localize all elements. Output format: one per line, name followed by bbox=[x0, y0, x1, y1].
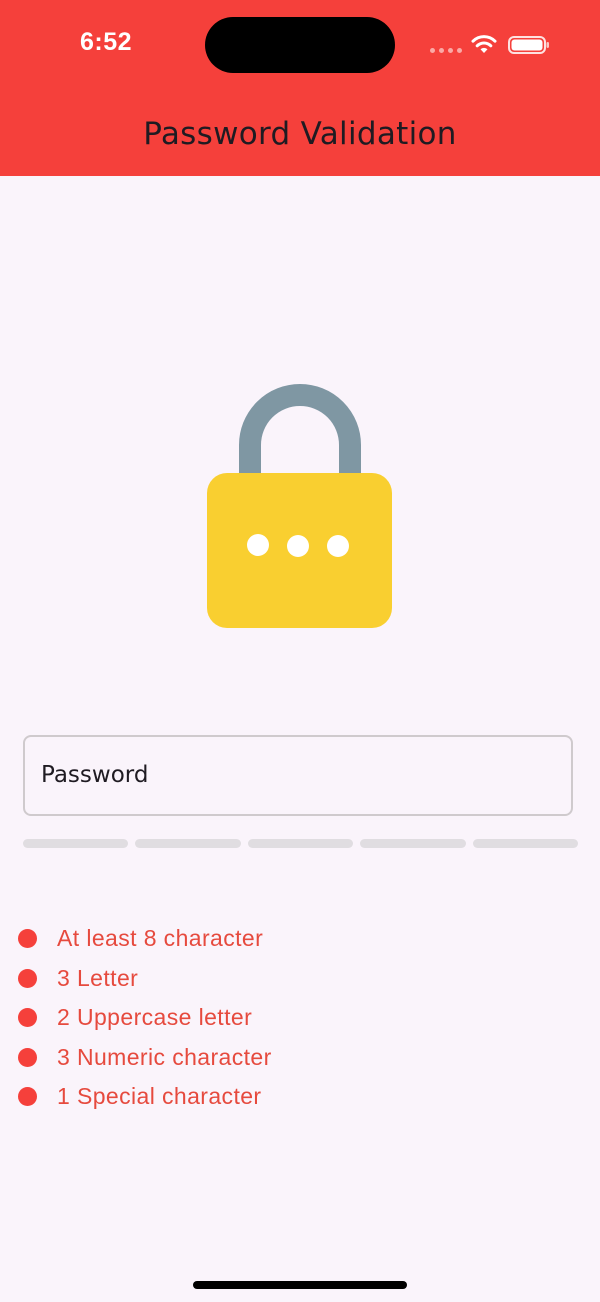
password-strength-meter bbox=[23, 839, 579, 848]
cellular-signal-icon bbox=[430, 48, 462, 53]
strength-segment bbox=[135, 839, 241, 848]
requirement-item: At least 8 character bbox=[18, 919, 272, 959]
password-field[interactable] bbox=[23, 735, 573, 816]
status-dot-icon bbox=[18, 968, 37, 988]
app-bar: 6:52 Password Validation bbox=[0, 0, 600, 176]
strength-segment bbox=[472, 839, 579, 848]
strength-segment bbox=[23, 839, 129, 848]
requirement-item: 3 Numeric character bbox=[18, 1038, 272, 1078]
requirement-label: 2 Uppercase letter bbox=[57, 1004, 253, 1031]
requirement-item: 3 Letter bbox=[18, 959, 272, 999]
wifi-icon bbox=[471, 35, 497, 53]
status-dot-icon bbox=[18, 1087, 37, 1107]
strength-segment bbox=[360, 839, 466, 848]
strength-segment bbox=[247, 839, 354, 848]
requirements-list: At least 8 character 3 Letter 2 Uppercas… bbox=[18, 919, 272, 1117]
home-indicator[interactable] bbox=[193, 1281, 407, 1289]
status-dot-icon bbox=[18, 1047, 37, 1067]
requirement-label: At least 8 character bbox=[57, 925, 264, 952]
status-time: 6:52 bbox=[80, 28, 133, 56]
status-dot-icon bbox=[18, 1008, 37, 1028]
requirement-label: 3 Numeric character bbox=[57, 1043, 272, 1070]
page-title: Password Validation bbox=[143, 116, 457, 152]
padlock-icon bbox=[207, 384, 392, 628]
battery-icon bbox=[508, 36, 549, 54]
requirement-item: 2 Uppercase letter bbox=[18, 998, 272, 1038]
status-dot-icon bbox=[18, 929, 37, 949]
requirement-label: 3 Letter bbox=[57, 964, 139, 991]
dynamic-island bbox=[205, 17, 395, 73]
requirement-label: 1 Special character bbox=[57, 1083, 262, 1110]
requirement-item: 1 Special character bbox=[18, 1077, 272, 1117]
password-input[interactable] bbox=[41, 737, 551, 813]
